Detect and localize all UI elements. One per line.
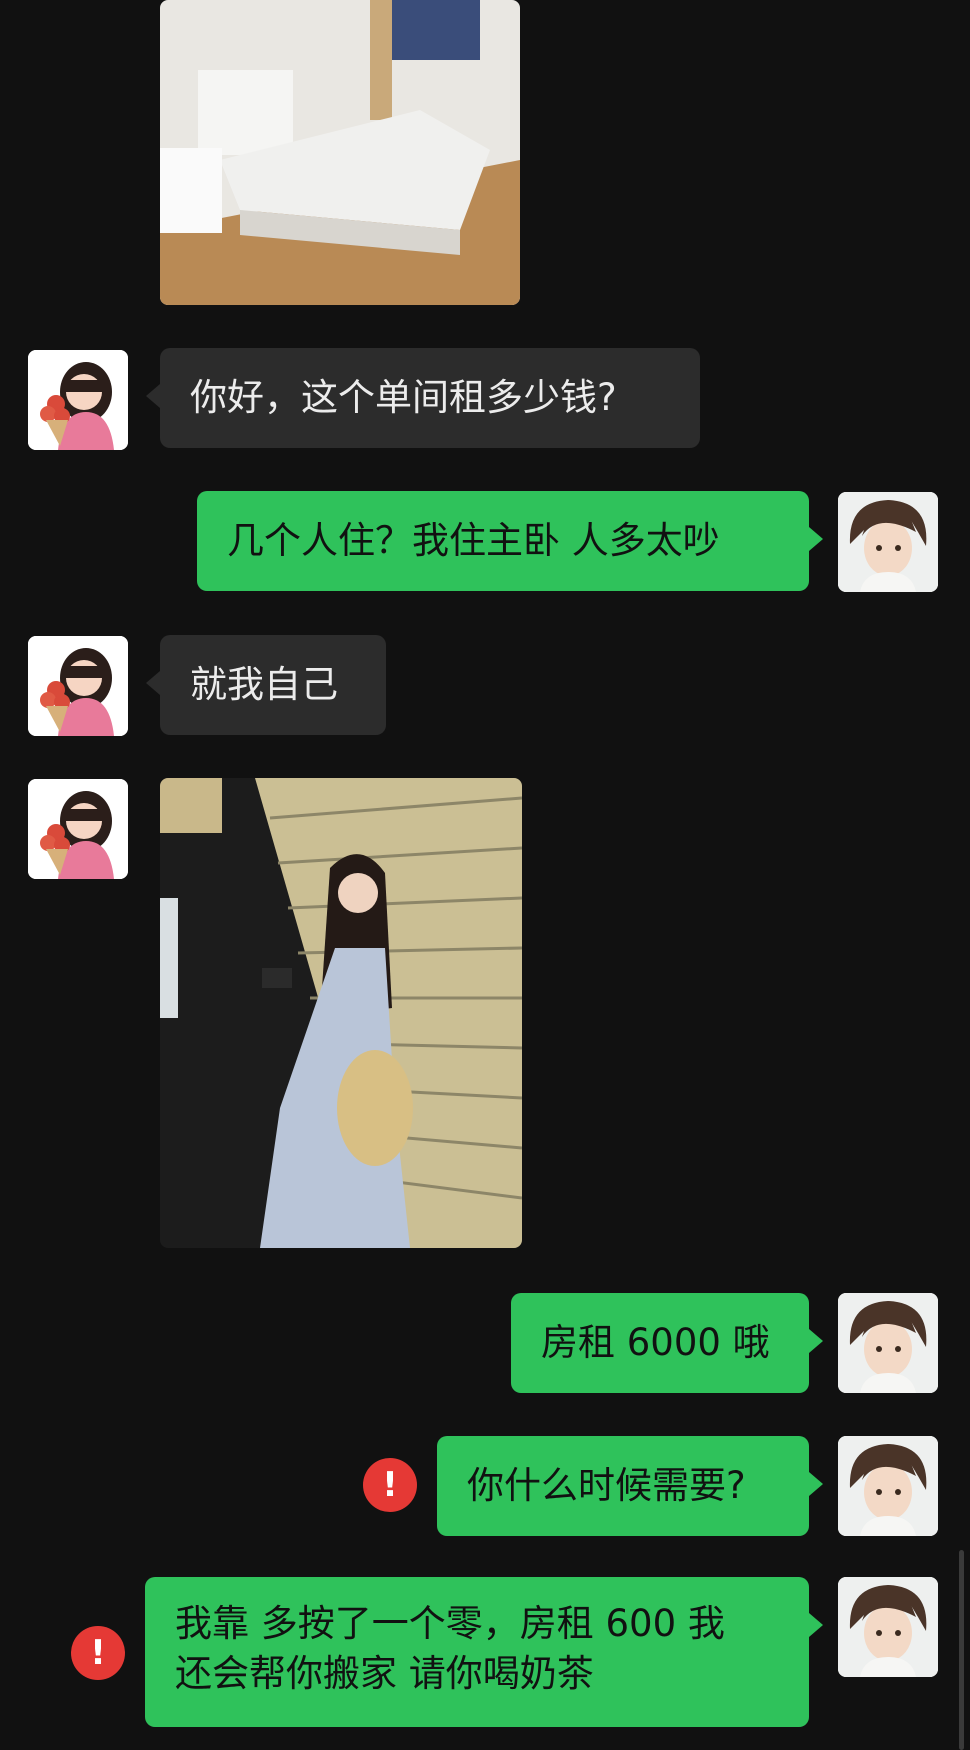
message-line: 还会帮你搬家 请你喝奶茶 [175,1652,594,1695]
user-avatar[interactable] [838,492,938,592]
user-avatar[interactable] [838,1293,938,1393]
outgoing-message[interactable]: 我靠 多按了一个零，房租 600 我 还会帮你搬家 请你喝奶茶 [145,1577,823,1727]
contact-avatar[interactable] [28,779,128,879]
incoming-message[interactable]: 就我自己 [146,635,386,735]
error-icon[interactable]: ! [71,1626,125,1680]
message-line: 我靠 多按了一个零，房租 600 我 [175,1602,725,1645]
incoming-message[interactable]: 你好，这个单间租多少钱? [146,348,700,448]
scrollbar[interactable] [959,1550,964,1750]
user-avatar[interactable] [838,1577,938,1677]
outgoing-message[interactable]: 几个人住？我住主卧 人多太吵 [197,491,823,591]
contact-avatar[interactable] [28,636,128,736]
contact-avatar[interactable] [28,350,128,450]
error-icon[interactable]: ! [363,1458,417,1512]
woman-photo[interactable] [160,778,522,1248]
outgoing-message[interactable]: 房租 6000 哦 [511,1293,823,1393]
user-avatar[interactable] [838,1436,938,1536]
chat-thread: 你好，这个单间租多少钱? 几个人住？我住主卧 人多太吵 就我自己 房租 6000… [0,0,970,1750]
bedroom-photo[interactable] [160,0,520,305]
outgoing-message[interactable]: 你什么时候需要? [437,1436,823,1536]
